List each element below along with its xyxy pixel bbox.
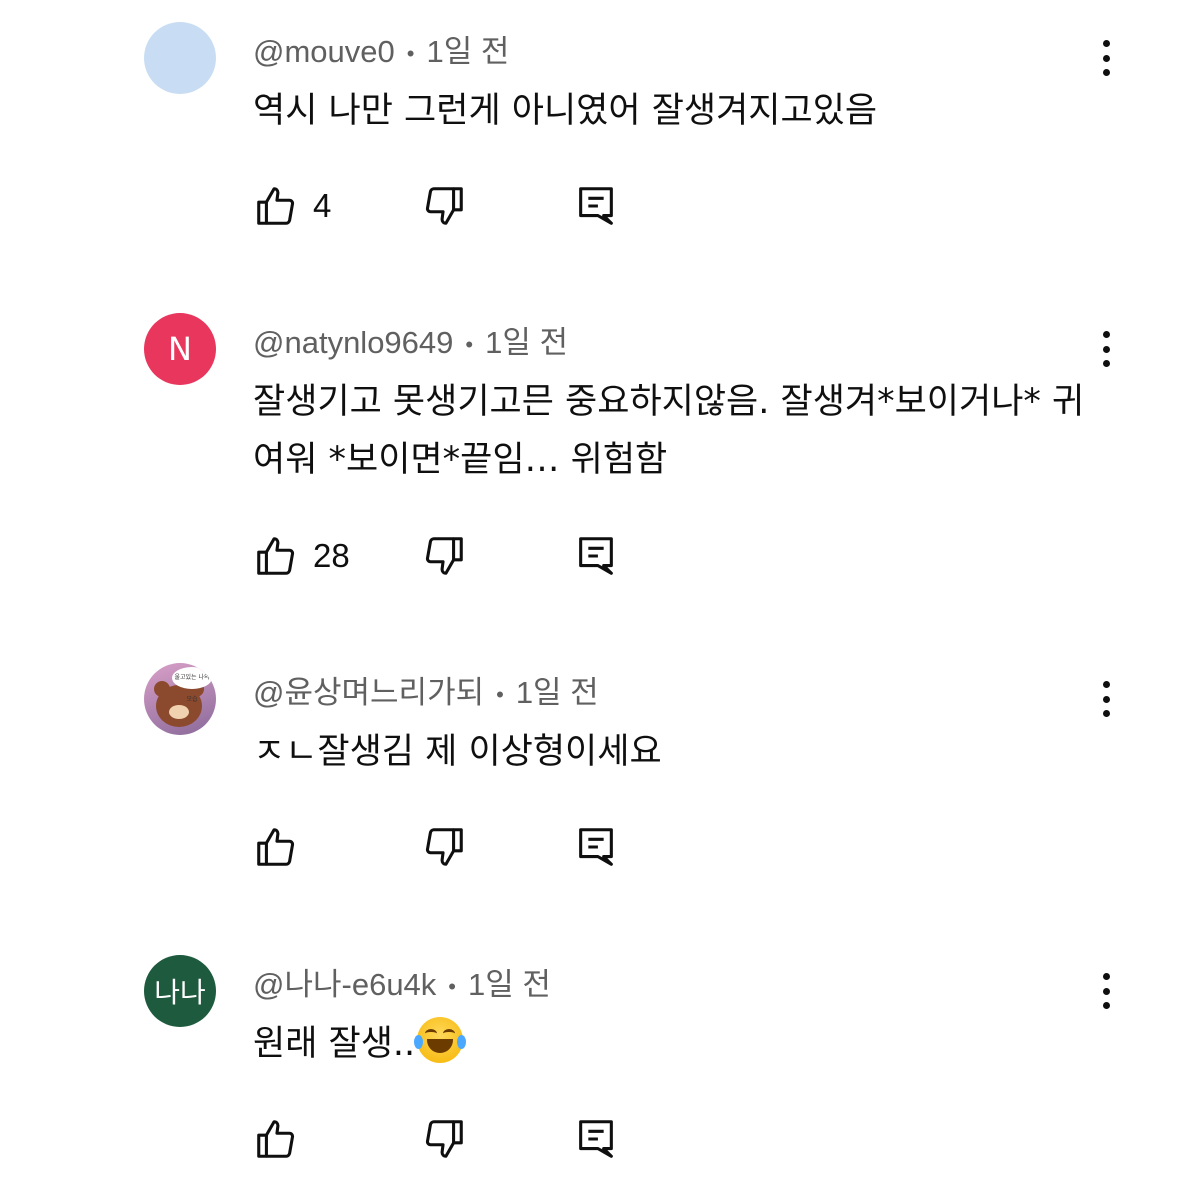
thumbs-up-icon: [257, 1120, 295, 1158]
comment-text: 역시 나만 그런게 아니였어 잘생겨지고있음: [253, 91, 878, 131]
comment-actions: 4: [253, 182, 653, 230]
comment-icon: [579, 1120, 613, 1158]
author-name[interactable]: @윤상며느리가되: [253, 675, 484, 710]
dislike-button[interactable]: [421, 823, 467, 871]
comment-actions: [253, 823, 653, 871]
avatar[interactable]: 나나: [144, 955, 216, 1027]
comment-actions: 28: [253, 532, 653, 580]
dislike-button[interactable]: [421, 532, 467, 580]
more-vertical-icon[interactable]: [1090, 969, 1122, 1013]
comment-text: 잘생기고 못생기고믄 중요하지않음. 잘생겨*보이거나* 귀여워 *보이면*끝임…: [253, 382, 1085, 480]
author-name[interactable]: @나나-e6u4k: [253, 967, 436, 1002]
avatar[interactable]: N: [144, 313, 216, 385]
reply-button[interactable]: [573, 1115, 619, 1163]
comment-meta: @mouve0 • 1일 전: [253, 26, 509, 71]
separator-dot: •: [448, 973, 456, 999]
comment-actions: [253, 1115, 653, 1163]
avatar-bubble-text: 울고있는 나의 모습: [172, 667, 212, 703]
avatar[interactable]: 울고있는 나의 모습: [144, 663, 216, 735]
dislike-button[interactable]: [421, 1115, 467, 1163]
more-vertical-icon[interactable]: [1090, 677, 1122, 721]
like-button[interactable]: [253, 1115, 313, 1163]
comment-icon: [579, 187, 613, 225]
avatar-letter: N: [168, 330, 192, 368]
comment-meta: @윤상며느리가되 • 1일 전: [253, 667, 599, 712]
like-count: 28: [313, 537, 350, 574]
thumbs-down-icon: [425, 537, 463, 575]
comment-text: ㅈㄴ잘생김 제 이상형이세요: [253, 732, 662, 772]
reply-button[interactable]: [573, 823, 619, 871]
comment-time[interactable]: 1일 전: [516, 675, 599, 710]
separator-dot: •: [496, 681, 504, 707]
thumbs-up-icon: [257, 187, 295, 225]
dislike-button[interactable]: [421, 182, 467, 230]
author-name[interactable]: @mouve0: [253, 34, 395, 69]
thumbs-down-icon: [425, 1120, 463, 1158]
comment-time[interactable]: 1일 전: [426, 34, 509, 69]
avatar-letter: 나나: [154, 976, 206, 1009]
face-with-tears-of-joy-icon: [414, 1017, 467, 1063]
separator-dot: •: [465, 331, 474, 357]
like-button[interactable]: 4: [253, 182, 331, 230]
comment-text-content: 원래 잘생..: [253, 1024, 416, 1064]
more-vertical-icon[interactable]: [1090, 327, 1122, 371]
more-vertical-icon[interactable]: [1090, 36, 1122, 80]
reply-button[interactable]: [573, 532, 619, 580]
thumbs-down-icon: [425, 187, 463, 225]
like-button[interactable]: 28: [253, 532, 350, 580]
avatar[interactable]: [144, 22, 216, 94]
bear-avatar-image: 울고있는 나의 모습: [144, 663, 216, 735]
comment-icon: [579, 537, 613, 575]
separator-dot: •: [406, 40, 415, 66]
reply-button[interactable]: [573, 182, 619, 230]
thumbs-up-icon: [257, 537, 295, 575]
like-count: 4: [313, 187, 332, 224]
comment-meta: @natynlo9649 • 1일 전: [253, 317, 568, 362]
comment-time[interactable]: 1일 전: [485, 325, 568, 360]
author-name[interactable]: @natynlo9649: [253, 325, 453, 360]
comment-meta: @나나-e6u4k • 1일 전: [253, 959, 551, 1004]
comment-text: 원래 잘생..: [253, 1015, 1103, 1073]
like-button[interactable]: [253, 823, 313, 871]
thumbs-up-icon: [257, 828, 295, 866]
comment-icon: [579, 828, 613, 866]
comment-time[interactable]: 1일 전: [468, 967, 551, 1002]
thumbs-down-icon: [425, 828, 463, 866]
